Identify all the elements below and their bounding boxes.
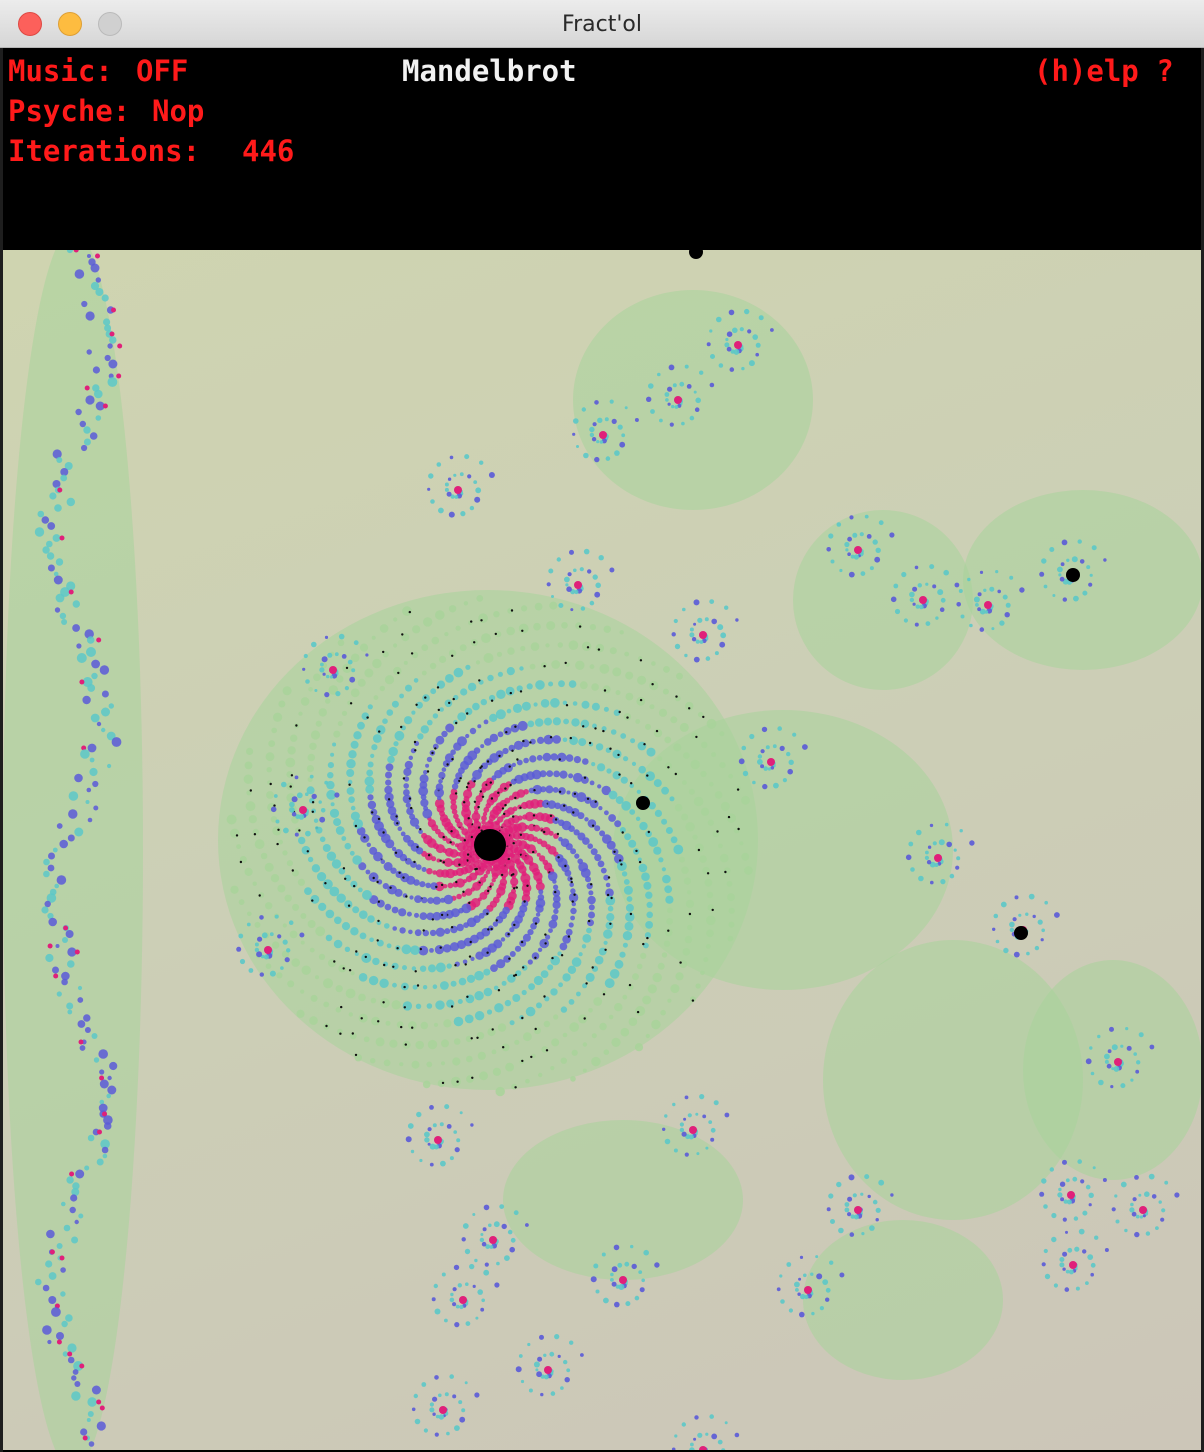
fractal-name: Mandelbrot (402, 54, 577, 88)
fractol-window: Fract'ol Music: OFF Mandelbrot (h)elp ? … (0, 0, 1204, 1452)
hud-panel: Music: OFF Mandelbrot (h)elp ? Psyche: N… (3, 48, 1201, 250)
help-hint: (h)elp ? (1034, 54, 1174, 88)
music-value: OFF (136, 54, 189, 88)
window-edge-left (0, 48, 3, 1452)
iterations-label: Iterations: (8, 134, 201, 168)
psyche-label: Psyche: (8, 94, 131, 128)
title-bar[interactable]: Fract'ol (0, 0, 1204, 48)
fractal-canvas[interactable] (3, 250, 1201, 1450)
music-label: Music: (8, 54, 113, 88)
fractal-image (3, 250, 1201, 1450)
window-title: Fract'ol (562, 12, 642, 37)
iterations-value: 446 (242, 134, 295, 168)
psyche-value: Nop (152, 94, 205, 128)
